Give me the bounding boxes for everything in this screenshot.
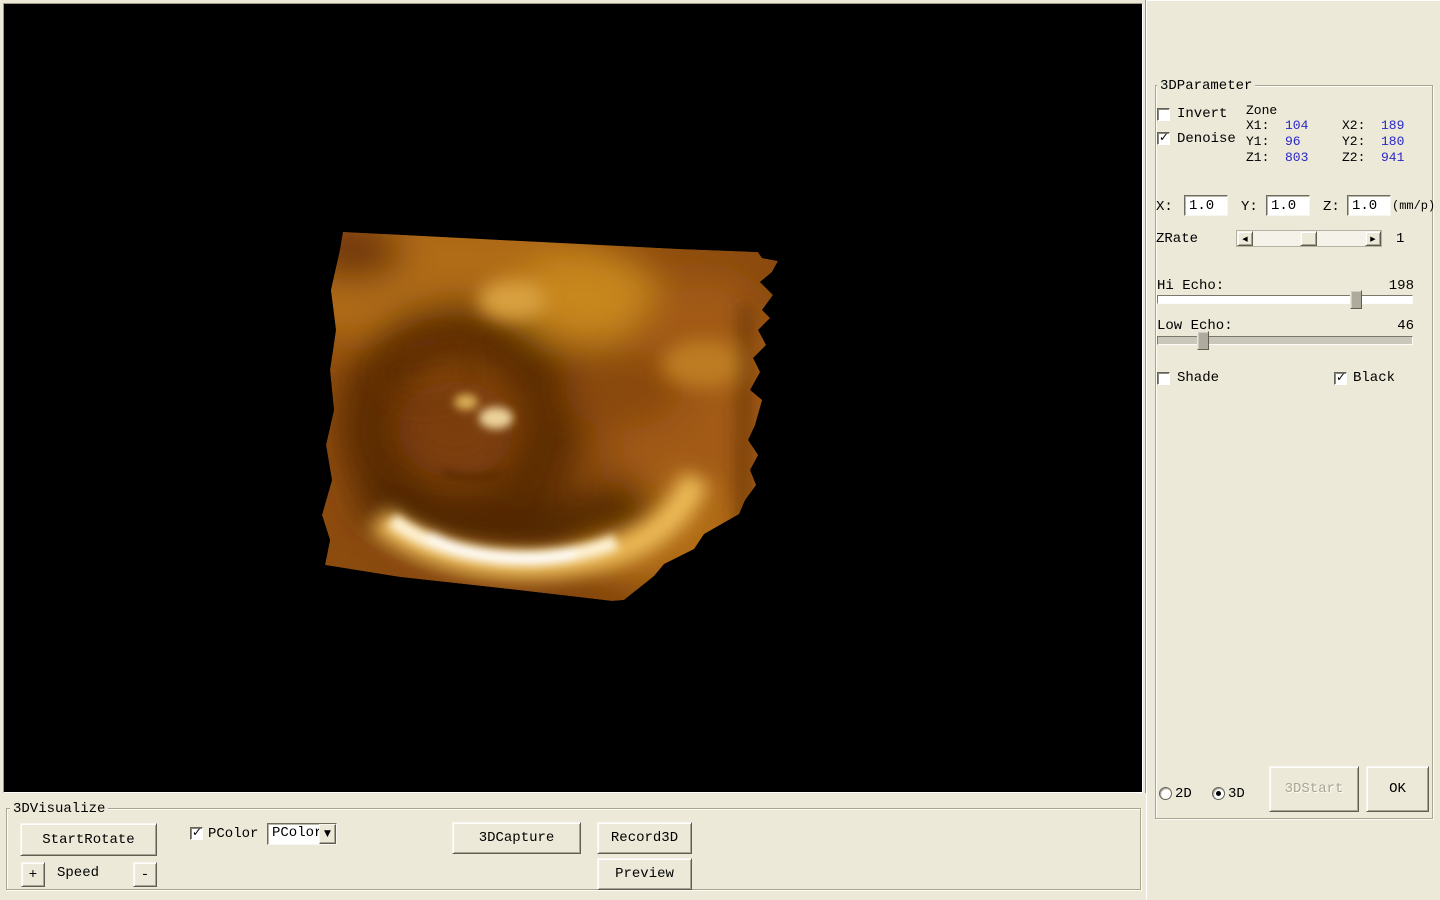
scale-unit-label: (mm/p) bbox=[1392, 199, 1436, 213]
scale-y-input[interactable] bbox=[1266, 195, 1310, 216]
invert-checkbox[interactable] bbox=[1157, 108, 1170, 121]
visualize-group-title: 3DVisualize bbox=[10, 801, 109, 817]
scale-x-label: X: bbox=[1156, 199, 1173, 215]
parameter-group-title: 3DParameter bbox=[1157, 78, 1256, 94]
mode-3d-label: 3D bbox=[1228, 786, 1245, 802]
zone-x2-value: 189 bbox=[1381, 118, 1405, 133]
zone-x1-label: X1: bbox=[1246, 118, 1270, 133]
app-window: 3DParameter Invert Denoise Zone X1: 104 … bbox=[0, 0, 1440, 900]
pcolor-dropdown-value: PColor bbox=[272, 825, 319, 841]
zrate-scrollbar[interactable]: ◀ ▶ bbox=[1236, 230, 1382, 247]
scale-y-label: Y: bbox=[1241, 199, 1258, 215]
3dcapture-button[interactable]: 3DCapture bbox=[452, 822, 581, 854]
zrate-value: 1 bbox=[1396, 231, 1405, 247]
hi-echo-value: 198 bbox=[1388, 278, 1414, 294]
ultrasound-3d-render bbox=[322, 232, 778, 601]
chevron-down-icon[interactable]: ▼ bbox=[319, 824, 336, 844]
denoise-checkbox[interactable] bbox=[1157, 130, 1170, 145]
zone-x1-value: 104 bbox=[1285, 118, 1309, 133]
speed-minus-button[interactable]: - bbox=[133, 862, 157, 887]
ok-button[interactable]: OK bbox=[1366, 766, 1429, 812]
zone-z1-label: Z1: bbox=[1246, 150, 1270, 165]
zone-z1-value: 803 bbox=[1285, 150, 1309, 165]
pcolor-dropdown[interactable]: PColor ▼ bbox=[267, 823, 337, 845]
render-viewport[interactable] bbox=[3, 3, 1143, 793]
pcolor-label: PColor bbox=[208, 826, 259, 842]
low-echo-label: Low Echo: bbox=[1157, 318, 1233, 334]
preview-button[interactable]: Preview bbox=[597, 858, 692, 890]
invert-label: Invert bbox=[1177, 106, 1228, 122]
start-rotate-button[interactable]: StartRotate bbox=[20, 823, 157, 856]
zrate-scroll-right-icon[interactable]: ▶ bbox=[1365, 231, 1381, 246]
hi-echo-slider-thumb[interactable] bbox=[1350, 290, 1362, 309]
denoise-label: Denoise bbox=[1177, 131, 1236, 147]
zone-z2-value: 941 bbox=[1381, 150, 1405, 165]
scale-x-input[interactable] bbox=[1184, 195, 1228, 216]
zrate-scroll-left-icon[interactable]: ◀ bbox=[1237, 231, 1253, 246]
low-echo-value: 46 bbox=[1397, 318, 1414, 334]
record3d-button[interactable]: Record3D bbox=[597, 822, 692, 854]
hi-echo-label: Hi Echo: bbox=[1157, 278, 1225, 294]
zone-y1-value: 96 bbox=[1285, 134, 1301, 149]
speed-label: Speed bbox=[57, 865, 100, 881]
zone-z2-label: Z2: bbox=[1342, 150, 1366, 165]
zone-y2-value: 180 bbox=[1381, 134, 1405, 149]
zrate-scrollbar-thumb[interactable] bbox=[1300, 231, 1317, 246]
pcolor-checkbox[interactable] bbox=[190, 825, 203, 840]
mode-2d-label: 2D bbox=[1175, 786, 1192, 802]
parameter-panel: 3DParameter Invert Denoise Zone X1: 104 … bbox=[1146, 0, 1440, 900]
shade-label: Shade bbox=[1177, 370, 1220, 386]
low-echo-slider-thumb[interactable] bbox=[1197, 331, 1209, 350]
zone-y2-label: Y2: bbox=[1342, 134, 1366, 149]
black-label: Black bbox=[1353, 370, 1396, 386]
mode-2d-radio[interactable] bbox=[1159, 787, 1172, 800]
black-checkbox[interactable] bbox=[1334, 370, 1347, 385]
scale-z-label: Z: bbox=[1323, 199, 1340, 215]
zrate-label: ZRate bbox=[1156, 231, 1199, 247]
zone-y1-label: Y1: bbox=[1246, 134, 1270, 149]
visualize-panel: 3DVisualize StartRotate + Speed - PColor… bbox=[0, 793, 1146, 900]
shade-checkbox[interactable] bbox=[1157, 372, 1170, 385]
zone-x2-label: X2: bbox=[1342, 118, 1366, 133]
low-echo-slider-track[interactable] bbox=[1157, 336, 1413, 345]
zone-label: Zone bbox=[1246, 103, 1278, 118]
scale-z-input[interactable] bbox=[1347, 195, 1391, 216]
speed-plus-button[interactable]: + bbox=[21, 862, 45, 887]
3dstart-button[interactable]: 3DStart bbox=[1269, 766, 1359, 812]
mode-3d-radio[interactable] bbox=[1212, 787, 1225, 800]
hi-echo-slider-track[interactable] bbox=[1157, 295, 1413, 304]
